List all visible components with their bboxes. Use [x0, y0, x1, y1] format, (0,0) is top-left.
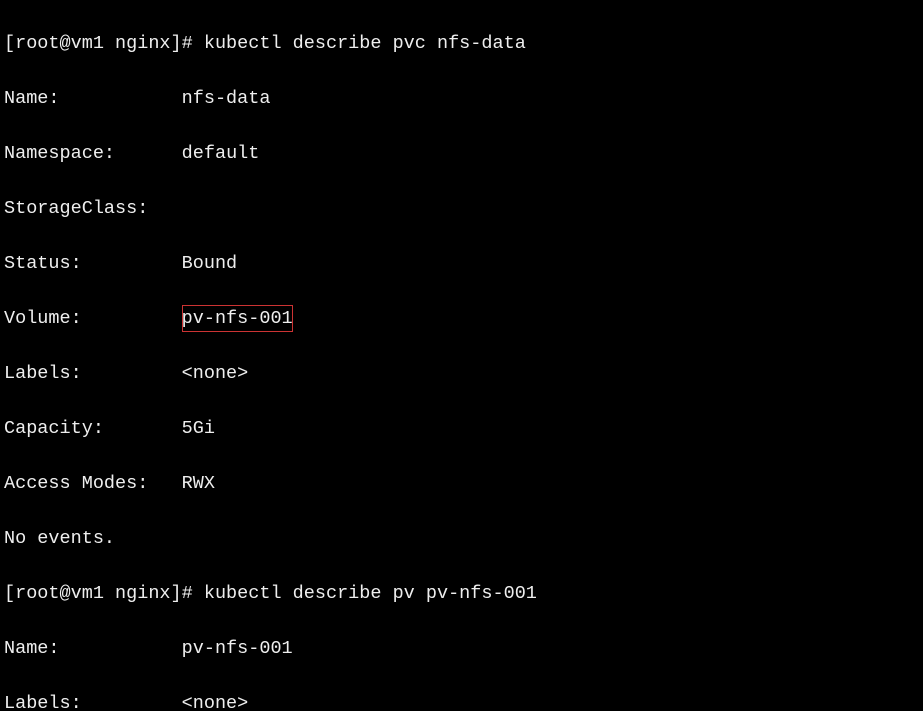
kv-row: Namespace: default — [4, 140, 919, 168]
command-1: kubectl describe pvc nfs-data — [204, 33, 526, 54]
kv-row: Capacity: 5Gi — [4, 415, 919, 443]
command-2: kubectl describe pv pv-nfs-001 — [204, 583, 537, 604]
cmd-line-2: [root@vm1 nginx]# kubectl describe pv pv… — [4, 580, 919, 608]
kv-row: Labels: <none> — [4, 690, 919, 711]
output-line: No events. — [4, 525, 919, 553]
kv-row: Status: Bound — [4, 250, 919, 278]
kv-row: Access Modes: RWX — [4, 470, 919, 498]
kv-row: Labels: <none> — [4, 360, 919, 388]
prompt-1: [root@vm1 nginx]# — [4, 33, 193, 54]
kv-row: Name: pv-nfs-001 — [4, 635, 919, 663]
kv-row: StorageClass: — [4, 195, 919, 223]
cmd-line-1: [root@vm1 nginx]# kubectl describe pvc n… — [4, 30, 919, 58]
kv-row: Name: nfs-data — [4, 85, 919, 113]
prompt-2: [root@vm1 nginx]# — [4, 583, 193, 604]
kv-row-volume: Volume: pv-nfs-001 — [4, 305, 919, 333]
terminal-output[interactable]: [root@vm1 nginx]# kubectl describe pvc n… — [0, 0, 923, 711]
highlight-volume: pv-nfs-001 — [182, 305, 293, 333]
